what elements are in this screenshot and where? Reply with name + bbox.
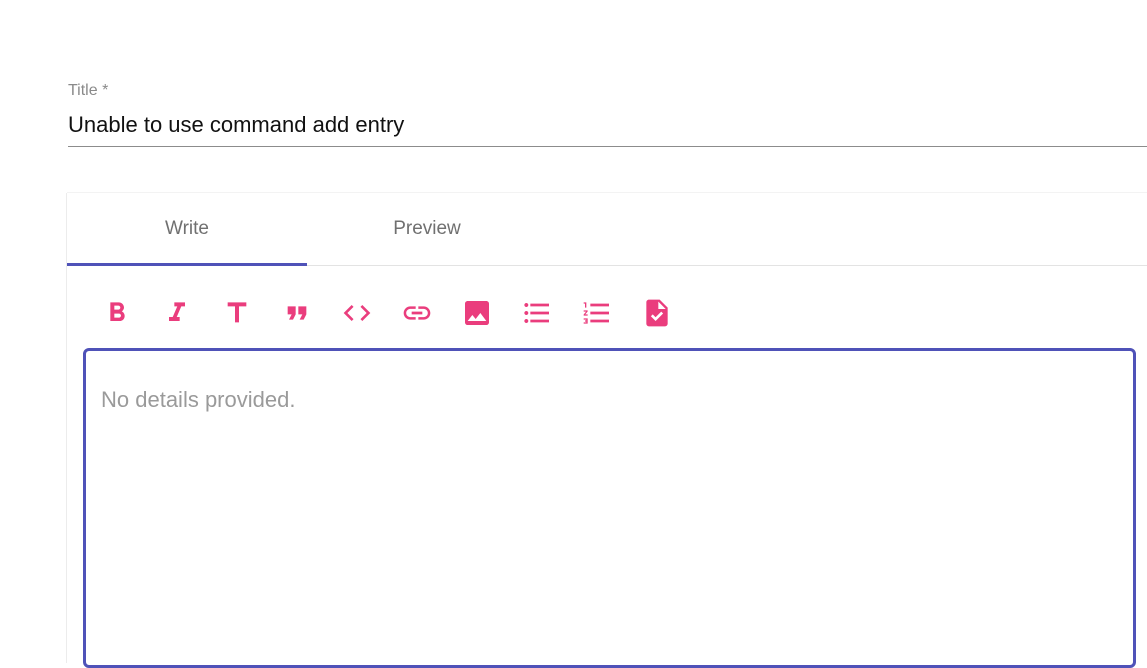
link-button[interactable] — [397, 293, 437, 333]
image-button[interactable] — [457, 293, 497, 333]
tab-write[interactable]: Write — [67, 193, 307, 265]
numbered-list-icon — [583, 302, 609, 324]
heading-icon — [227, 302, 247, 323]
bulleted-list-icon — [524, 303, 549, 323]
quote-icon — [287, 306, 307, 320]
code-icon — [343, 305, 371, 321]
bold-button[interactable] — [97, 293, 137, 333]
quote-button[interactable] — [277, 293, 317, 333]
italic-icon — [169, 302, 185, 321]
details-textarea[interactable] — [86, 351, 1133, 665]
details-textarea-container — [83, 348, 1136, 668]
numbered-list-button[interactable] — [577, 293, 617, 333]
link-icon — [403, 306, 431, 320]
bulleted-list-button[interactable] — [517, 293, 557, 333]
title-label: Title * — [68, 82, 109, 99]
title-underline — [68, 146, 1147, 147]
markdown-editor: Write Preview — [67, 193, 1147, 668]
active-tab-indicator — [67, 263, 307, 266]
title-field[interactable]: Title * — [68, 80, 1147, 147]
tab-preview[interactable]: Preview — [307, 193, 547, 265]
formatting-toolbar — [97, 293, 697, 333]
bold-icon — [110, 302, 125, 321]
image-icon — [465, 301, 489, 325]
italic-button[interactable] — [157, 293, 197, 333]
code-button[interactable] — [337, 293, 377, 333]
task-list-button[interactable] — [637, 293, 677, 333]
task-list-icon — [646, 299, 668, 327]
title-input[interactable] — [68, 104, 1147, 146]
editor-tabs: Write Preview — [67, 193, 1147, 266]
heading-button[interactable] — [217, 293, 257, 333]
